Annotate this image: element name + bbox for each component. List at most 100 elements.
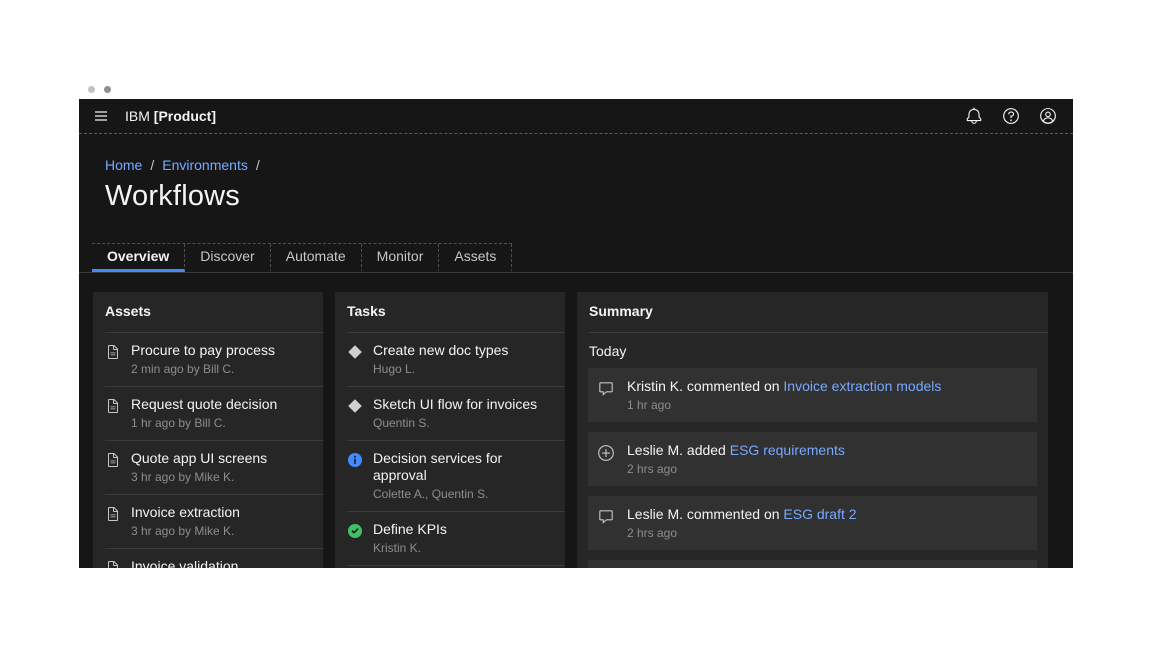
asset-item-text: Procure to pay process 2 min ago by Bill…: [131, 342, 275, 376]
task-item-text: Create new doc types Hugo L.: [373, 342, 508, 376]
breadcrumb: Home/Environments/: [105, 157, 1073, 173]
task-list-item[interactable]: Define KPIs Kristin K.: [347, 511, 565, 565]
task-item-meta: Colette A., Quentin S.: [373, 487, 555, 501]
summary-card-title: Summary: [577, 292, 1048, 332]
activity-text: Leslie M. commented on ESG draft 2: [627, 506, 857, 522]
task-item-title: Decision services for approval: [373, 450, 555, 484]
window-dot: [104, 86, 111, 93]
activity-text: Leslie M. added ESG requirements: [627, 442, 845, 458]
activity-row: Kristin K. commented on Invoice extracti…: [588, 368, 1037, 422]
add-circle-icon: [597, 444, 615, 462]
info-filled-icon: [347, 452, 363, 468]
document-icon: [105, 398, 121, 414]
diamond-status-icon: [347, 398, 363, 414]
task-item-meta: Hugo L.: [373, 362, 508, 376]
asset-list-item[interactable]: Invoice extraction 3 hr ago by Mike K.: [105, 494, 323, 548]
asset-item-meta: 2 min ago by Bill C.: [131, 362, 275, 376]
asset-item-meta: 1 hr ago by Bill C.: [131, 416, 277, 430]
asset-list-item[interactable]: Invoice validation: [105, 548, 323, 568]
task-item-text: Define KPIs Kristin K.: [373, 521, 447, 555]
activity-time: 2 hrs ago: [627, 526, 857, 540]
page-title: Workflows: [105, 179, 1073, 213]
help-icon: [1002, 107, 1020, 125]
help-button[interactable]: [1002, 107, 1020, 125]
activity-description: Leslie M. commented on: [627, 506, 783, 522]
asset-item-title: Quote app UI screens: [131, 450, 267, 467]
summary-section-label: Today: [577, 333, 1048, 368]
activity-text-block: Leslie M. added ESG requirements 2 hrs a…: [627, 442, 845, 476]
brand: IBM [Product]: [125, 108, 216, 124]
document-icon: [105, 560, 121, 568]
activity-link[interactable]: ESG draft 2: [783, 506, 856, 522]
tasks-card-title: Tasks: [335, 292, 565, 332]
asset-item-text: Invoice validation: [131, 558, 238, 568]
task-list-item[interactable]: Decision services for approval Colette A…: [347, 440, 565, 511]
asset-item-text: Invoice extraction 3 hr ago by Mike K.: [131, 504, 240, 538]
activity-text-block: Kristin K. commented on Invoice extracti…: [627, 378, 941, 412]
app-window: IBM [Product] Home/Environments/ Workf: [79, 79, 1073, 568]
breadcrumb-home[interactable]: Home: [105, 157, 142, 173]
task-list-item[interactable]: Create new doc types Hugo L.: [347, 332, 565, 386]
tab-assets[interactable]: Assets: [439, 244, 512, 272]
asset-item-text: Quote app UI screens 3 hr ago by Mike K.: [131, 450, 267, 484]
app-header: IBM [Product]: [79, 99, 1073, 134]
activity-time: 1 hr ago: [627, 398, 941, 412]
activity-description: Leslie M. added: [627, 442, 730, 458]
window-chrome: [79, 79, 1073, 99]
asset-item-title: Invoice extraction: [131, 504, 240, 521]
activity-description: Kristin K. commented on: [627, 378, 783, 394]
activity-time: 2 hrs ago: [627, 462, 845, 476]
asset-list-item[interactable]: Quote app UI screens 3 hr ago by Mike K.: [105, 440, 323, 494]
activity-link[interactable]: ESG requirements: [730, 442, 845, 458]
account-button[interactable]: [1039, 107, 1057, 125]
activity-row: Hugo L. added Colette A. to ESG admins: [588, 560, 1037, 568]
summary-card: Summary Today Kristin K. commented on In…: [577, 292, 1048, 568]
header-actions: [965, 107, 1057, 125]
content-area: Assets Procure to pay process 2 min ago …: [79, 273, 1073, 568]
activity-text: Kristin K. commented on Invoice extracti…: [627, 378, 941, 394]
asset-item-title: Procure to pay process: [131, 342, 275, 359]
tab-monitor[interactable]: Monitor: [362, 244, 440, 272]
task-item-title: Create new doc types: [373, 342, 508, 359]
tab-bar: Overview Discover Automate Monitor Asset…: [79, 243, 1073, 273]
task-list-item[interactable]: Generate good receipt: [347, 565, 565, 568]
asset-item-meta: 3 hr ago by Mike K.: [131, 524, 240, 538]
activity-link[interactable]: Invoice extraction models: [783, 378, 941, 394]
task-list-item[interactable]: Sketch UI flow for invoices Quentin S.: [347, 386, 565, 440]
asset-item-title: Request quote decision: [131, 396, 277, 413]
user-avatar-icon: [1039, 107, 1057, 125]
document-icon: [105, 506, 121, 522]
breadcrumb-environments[interactable]: Environments: [162, 157, 248, 173]
asset-list-item[interactable]: Procure to pay process 2 min ago by Bill…: [105, 332, 323, 386]
bell-icon: [965, 107, 983, 125]
asset-item-meta: 3 hr ago by Mike K.: [131, 470, 267, 484]
task-item-title: Define KPIs: [373, 521, 447, 538]
asset-item-text: Request quote decision 1 hr ago by Bill …: [131, 396, 277, 430]
task-item-text: Sketch UI flow for invoices Quentin S.: [373, 396, 537, 430]
assets-card: Assets Procure to pay process 2 min ago …: [93, 292, 323, 568]
brand-product: [Product]: [154, 108, 216, 124]
breadcrumb-separator: /: [150, 157, 154, 173]
tab-overview[interactable]: Overview: [92, 244, 185, 272]
comment-icon: [597, 380, 615, 398]
brand-prefix: IBM: [125, 108, 154, 124]
tab-automate[interactable]: Automate: [271, 244, 362, 272]
asset-item-title: Invoice validation: [131, 558, 238, 568]
window-dot: [88, 86, 95, 93]
menu-button[interactable]: [92, 107, 110, 125]
document-icon: [105, 344, 121, 360]
tasks-card: Tasks Create new doc types Hugo L. Sketc…: [335, 292, 565, 568]
notifications-button[interactable]: [965, 107, 983, 125]
asset-list-item[interactable]: Request quote decision 1 hr ago by Bill …: [105, 386, 323, 440]
tab-discover[interactable]: Discover: [185, 244, 270, 272]
tab-list: Overview Discover Automate Monitor Asset…: [92, 243, 512, 272]
diamond-status-icon: [347, 344, 363, 360]
task-item-title: Sketch UI flow for invoices: [373, 396, 537, 413]
task-item-meta: Kristin K.: [373, 541, 447, 555]
task-item-meta: Quentin S.: [373, 416, 537, 430]
checkmark-filled-icon: [347, 523, 363, 539]
assets-card-title: Assets: [93, 292, 323, 332]
activity-row: Leslie M. commented on ESG draft 2 2 hrs…: [588, 496, 1037, 550]
hamburger-icon: [93, 108, 109, 124]
activity-text-block: Leslie M. commented on ESG draft 2 2 hrs…: [627, 506, 857, 540]
